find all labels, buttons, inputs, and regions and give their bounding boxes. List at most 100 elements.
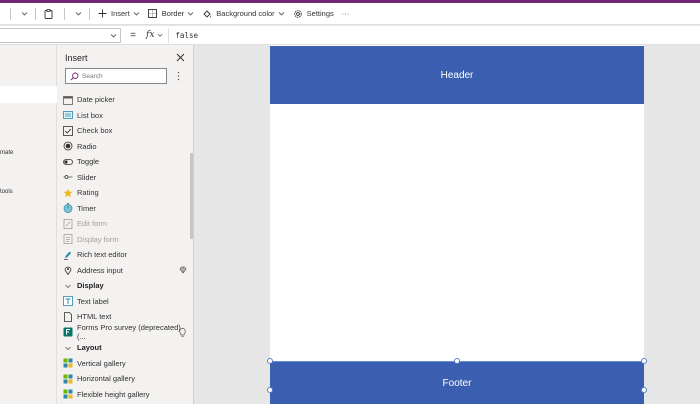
more-commands-label: ··· <box>341 9 350 18</box>
border-icon <box>148 9 158 19</box>
insert-item-address-input[interactable]: Address input <box>57 263 187 279</box>
insert-item-list-box[interactable]: List box <box>57 108 187 124</box>
undo-dropdown-button[interactable] <box>14 3 32 25</box>
fx-label: fx <box>146 30 155 40</box>
display-form-icon <box>63 234 73 245</box>
premium-diamond-icon <box>179 266 187 275</box>
app-screen-canvas[interactable]: Header Footer <box>267 45 647 404</box>
insert-item-radio[interactable]: Radio <box>57 139 187 155</box>
resize-handle[interactable] <box>454 358 460 364</box>
insert-item-rich-text-editor[interactable]: Rich text editor <box>57 247 187 263</box>
insert-search-box[interactable] <box>65 68 167 84</box>
insert-item-display-form[interactable]: Display form <box>57 232 187 248</box>
insert-item-flexible-height-gallery[interactable]: Flexible height gallery <box>57 387 187 403</box>
gear-icon <box>293 9 303 19</box>
insert-pane-scrollbar[interactable] <box>190 153 193 239</box>
header-label: Header <box>440 69 474 81</box>
insert-item-label: Vertical gallery <box>77 358 126 368</box>
insert-item-html-text[interactable]: HTML text <box>57 309 187 325</box>
insert-item-label: Timer <box>77 203 96 213</box>
equals-sign: = <box>130 29 136 41</box>
chevron-down-icon <box>21 10 28 17</box>
insert-item-label: Toggle <box>77 157 100 167</box>
resize-handle[interactable] <box>641 387 647 393</box>
chevron-down-icon <box>63 343 73 353</box>
html-icon <box>63 311 73 322</box>
close-icon[interactable] <box>176 53 185 62</box>
category-display[interactable]: Display <box>57 278 187 294</box>
paste-button[interactable] <box>39 3 61 25</box>
slider-icon <box>63 172 73 182</box>
insert-item-label: Rating <box>77 188 99 198</box>
insert-item-toggle[interactable]: Toggle <box>57 154 187 170</box>
toolbar-divider <box>35 7 36 20</box>
category-label: Layout <box>77 343 102 353</box>
resize-handle[interactable] <box>267 387 273 393</box>
insert-item-slider[interactable]: Slider <box>57 170 187 186</box>
insert-item-rating[interactable]: Rating <box>57 185 187 201</box>
function-button[interactable]: fx <box>141 27 170 43</box>
insert-item-label: Forms Pro survey (deprecated) (... <box>77 323 181 342</box>
paste-dropdown-button[interactable] <box>68 3 86 25</box>
footer-label: Footer <box>442 377 472 389</box>
insert-item-vertical-gallery[interactable]: Vertical gallery <box>57 356 187 372</box>
footer-container[interactable]: Footer <box>270 361 644 404</box>
plus-icon <box>97 9 107 19</box>
insert-item-label: Slider <box>77 172 97 182</box>
edit-form-icon <box>63 218 73 229</box>
insert-item-edit-form[interactable]: Edit form <box>57 216 187 232</box>
toggle-icon <box>63 157 73 167</box>
background-color-button[interactable]: Background color <box>198 3 288 25</box>
settings-button[interactable]: Settings <box>289 3 338 25</box>
lightbulb-icon <box>179 327 187 337</box>
resize-handle[interactable] <box>267 358 273 364</box>
header-container[interactable]: Header <box>270 46 644 104</box>
chevron-down-icon <box>278 10 285 17</box>
star-icon <box>63 188 73 198</box>
search-input[interactable] <box>82 72 162 80</box>
insert-item-timer[interactable]: Timer <box>57 201 187 217</box>
insert-item-forms-pro-survey[interactable]: Forms Pro survey (deprecated) (... <box>57 323 187 342</box>
property-dropdown[interactable] <box>0 27 121 43</box>
insert-item-label: Edit form <box>77 219 108 229</box>
category-label: Display <box>77 281 104 291</box>
more-commands-button[interactable]: ··· <box>338 3 354 25</box>
chevron-down-icon <box>110 32 117 39</box>
chevron-down-icon <box>133 10 140 17</box>
gallery-icon <box>63 389 73 399</box>
settings-label: Settings <box>306 9 334 18</box>
chevron-down-icon <box>187 10 194 17</box>
radio-icon <box>63 141 73 151</box>
insert-item-label: HTML text <box>77 312 112 322</box>
insert-item-date-picker[interactable]: Date picker <box>57 92 187 108</box>
tree-selected-row[interactable] <box>0 86 57 103</box>
toolbar-divider <box>89 7 90 20</box>
insert-item-horizontal-gallery[interactable]: Horizontal gallery <box>57 371 187 387</box>
formula-bar: = fx false <box>0 26 700 45</box>
toolbar-divider <box>10 7 11 20</box>
tree-item-label[interactable]: tools <box>0 189 13 195</box>
chevron-down-icon <box>157 32 163 38</box>
pin-icon <box>63 265 73 276</box>
insert-item-label: List box <box>77 110 103 120</box>
text-label-icon <box>63 296 73 307</box>
insert-pane: Insert Date picker List box Check box Ra… <box>57 45 194 404</box>
insert-item-check-box[interactable]: Check box <box>57 123 187 139</box>
pen-icon <box>63 250 73 260</box>
paint-bucket-icon <box>202 9 212 19</box>
insert-item-label: Display form <box>77 234 119 244</box>
insert-button[interactable]: Insert <box>93 3 144 25</box>
chevron-down-icon <box>75 10 82 17</box>
insert-item-label: Check box <box>77 126 113 136</box>
resize-handle[interactable] <box>641 358 647 364</box>
insert-item-label: Text label <box>77 296 109 306</box>
command-bar: Insert Border Background color Settings … <box>0 3 700 25</box>
border-button[interactable]: Border <box>144 3 199 25</box>
formula-input[interactable]: false <box>175 31 198 40</box>
calendar-icon <box>63 95 73 105</box>
gallery-icon <box>63 374 73 384</box>
more-options-icon[interactable] <box>174 70 182 82</box>
tree-item-label[interactable]: mate <box>0 150 13 156</box>
insert-item-text-label[interactable]: Text label <box>57 294 187 310</box>
category-layout[interactable]: Layout <box>57 340 187 356</box>
